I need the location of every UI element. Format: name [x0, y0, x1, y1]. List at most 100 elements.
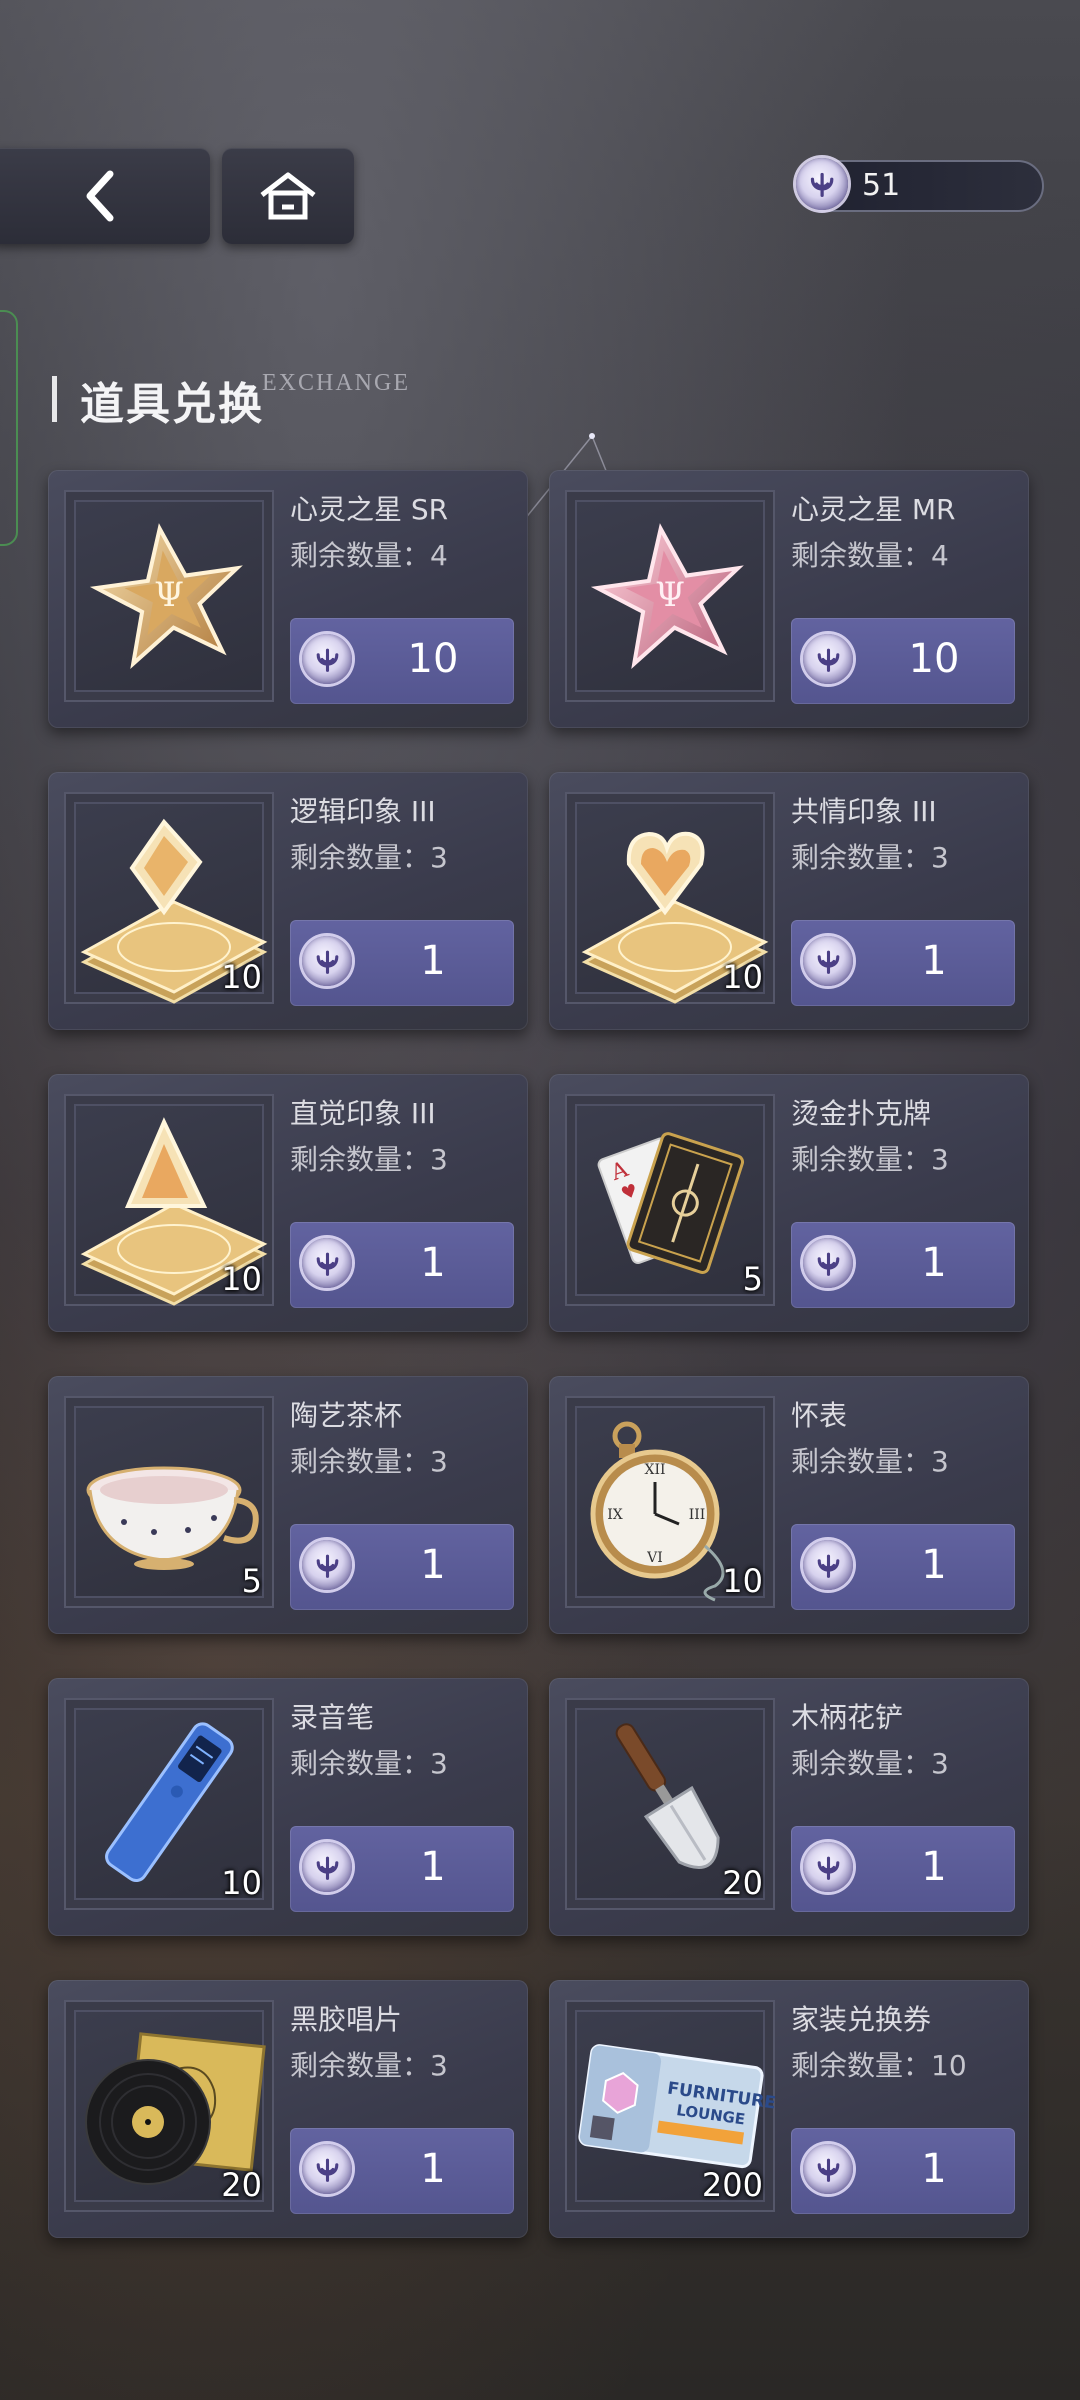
- buy-button[interactable]: 1: [791, 920, 1015, 1006]
- item-thumbnail: 10: [64, 792, 274, 1004]
- exchange-item-card[interactable]: Ψ 心灵之星 SR 剩余数量：4 10: [48, 470, 528, 728]
- item-price: 1: [420, 2146, 446, 2192]
- section-marker: [52, 376, 57, 422]
- item-bundle-quantity: 10: [221, 1864, 262, 1902]
- psi-coin-icon: [302, 1842, 352, 1892]
- exchange-item-card[interactable]: 20 木柄花铲 剩余数量：3 1: [549, 1678, 1029, 1936]
- item-thumbnail: 5: [64, 1396, 274, 1608]
- star-badge-gold-icon: Ψ: [89, 523, 243, 669]
- buy-button[interactable]: 1: [290, 1826, 514, 1912]
- psi-coin-icon: [302, 634, 352, 684]
- item-remaining: 剩余数量：3: [290, 1747, 448, 1780]
- item-remaining: 剩余数量：3: [791, 1747, 949, 1780]
- item-price: 10: [908, 636, 960, 682]
- buy-button[interactable]: 1: [791, 1222, 1015, 1308]
- buy-button[interactable]: 1: [791, 1524, 1015, 1610]
- psi-coin-icon: [302, 2144, 352, 2194]
- item-price: 1: [420, 1240, 446, 1286]
- item-remaining: 剩余数量：3: [290, 1445, 448, 1478]
- psi-coin-icon: [803, 936, 853, 986]
- svg-text:XII: XII: [644, 1462, 665, 1478]
- exchange-item-card[interactable]: 20 黑胶唱片 剩余数量：3 1: [48, 1980, 528, 2238]
- home-button[interactable]: [222, 148, 354, 244]
- exchange-item-card[interactable]: FURNITURE LOUNGE 200 家装兑换券 剩余数量：10 1: [549, 1980, 1029, 2238]
- item-bundle-quantity: 10: [221, 958, 262, 996]
- buy-button[interactable]: 1: [290, 920, 514, 1006]
- currency-amount: 51: [862, 168, 901, 203]
- item-remaining: 剩余数量：3: [290, 841, 448, 874]
- item-thumbnail: Ψ: [64, 490, 274, 702]
- item-bundle-quantity: 20: [722, 1864, 763, 1902]
- star-badge-pink-icon: Ψ: [590, 523, 744, 669]
- exchange-item-card[interactable]: Ψ 心灵之星 MR 剩余数量：4 10: [549, 470, 1029, 728]
- item-name: 怀表: [791, 1399, 848, 1432]
- item-price: 1: [921, 1542, 947, 1588]
- buy-button[interactable]: 10: [290, 618, 514, 704]
- buy-button[interactable]: 10: [791, 618, 1015, 704]
- item-bundle-quantity: 20: [221, 2166, 262, 2204]
- svg-text:IX: IX: [607, 1507, 623, 1523]
- item-remaining: 剩余数量：3: [791, 1143, 949, 1176]
- section-subtitle: EXCHANGE: [262, 370, 410, 396]
- back-button[interactable]: [0, 148, 210, 244]
- item-name: 录音笔: [290, 1701, 375, 1734]
- item-bundle-quantity: 5: [241, 1562, 262, 1600]
- item-thumbnail: 10: [565, 792, 775, 1004]
- buy-button[interactable]: 1: [290, 1524, 514, 1610]
- item-price: 1: [921, 1844, 947, 1890]
- psi-coin-icon: [803, 634, 853, 684]
- item-thumbnail: 20: [565, 1698, 775, 1910]
- item-name: 共情印象 III: [791, 795, 937, 828]
- item-bundle-quantity: 10: [722, 958, 763, 996]
- exchange-item-card[interactable]: 10 直觉印象 III 剩余数量：3 1: [48, 1074, 528, 1332]
- psi-coin-icon: [302, 1540, 352, 1590]
- svg-text:Ψ: Ψ: [154, 575, 184, 615]
- currency-display: 51: [796, 158, 1044, 212]
- exchange-item-card[interactable]: 10 逻辑印象 III 剩余数量：3 1: [48, 772, 528, 1030]
- item-price: 1: [420, 1542, 446, 1588]
- side-panel-edge: [0, 310, 18, 546]
- buy-button[interactable]: 1: [290, 2128, 514, 2214]
- psi-coin-icon: [803, 1842, 853, 1892]
- item-price: 1: [921, 938, 947, 984]
- item-remaining: 剩余数量：3: [290, 2049, 448, 2082]
- svg-text:III: III: [689, 1507, 706, 1523]
- item-name: 心灵之星 MR: [791, 493, 956, 526]
- item-thumbnail: XII III VI IX 10: [565, 1396, 775, 1608]
- item-price: 1: [420, 1844, 446, 1890]
- item-remaining: 剩余数量：10: [791, 2049, 967, 2082]
- chevron-left-icon: [86, 170, 114, 222]
- item-name: 木柄花铲: [791, 1701, 904, 1734]
- item-name: 家装兑换券: [791, 2003, 932, 2036]
- buy-button[interactable]: 1: [791, 1826, 1015, 1912]
- item-remaining: 剩余数量：3: [290, 1143, 448, 1176]
- item-name: 烫金扑克牌: [791, 1097, 932, 1130]
- item-name: 心灵之星 SR: [290, 493, 449, 526]
- psi-coin-icon: [803, 1238, 853, 1288]
- buy-button[interactable]: 1: [290, 1222, 514, 1308]
- item-remaining: 剩余数量：4: [290, 539, 448, 572]
- exchange-item-card[interactable]: XII III VI IX 10 怀表 剩余数量：3 1: [549, 1376, 1029, 1634]
- item-bundle-quantity: 10: [722, 1562, 763, 1600]
- item-thumbnail: 10: [64, 1094, 274, 1306]
- psi-coin-icon: [302, 1238, 352, 1288]
- item-bundle-quantity: 200: [701, 2166, 763, 2204]
- svg-text:VI: VI: [646, 1550, 663, 1566]
- psi-coin-icon: [796, 158, 848, 210]
- home-icon: [260, 172, 316, 220]
- psi-coin-icon: [803, 1540, 853, 1590]
- item-remaining: 剩余数量：3: [791, 841, 949, 874]
- item-price: 1: [921, 2146, 947, 2192]
- exchange-item-card[interactable]: 10 录音笔 剩余数量：3 1: [48, 1678, 528, 1936]
- item-price: 1: [420, 938, 446, 984]
- item-thumbnail: 10: [64, 1698, 274, 1910]
- exchange-item-card[interactable]: 10 共情印象 III 剩余数量：3 1: [549, 772, 1029, 1030]
- exchange-item-card[interactable]: 5 陶艺茶杯 剩余数量：3 1: [48, 1376, 528, 1634]
- item-remaining: 剩余数量：3: [791, 1445, 949, 1478]
- item-price: 10: [407, 636, 459, 682]
- buy-button[interactable]: 1: [791, 2128, 1015, 2214]
- item-bundle-quantity: 5: [742, 1260, 763, 1298]
- exchange-item-card[interactable]: A ♥ 5 烫金扑克牌 剩余数量：3 1: [549, 1074, 1029, 1332]
- section-title: 道具兑换: [80, 379, 264, 430]
- item-thumbnail: 20: [64, 2000, 274, 2212]
